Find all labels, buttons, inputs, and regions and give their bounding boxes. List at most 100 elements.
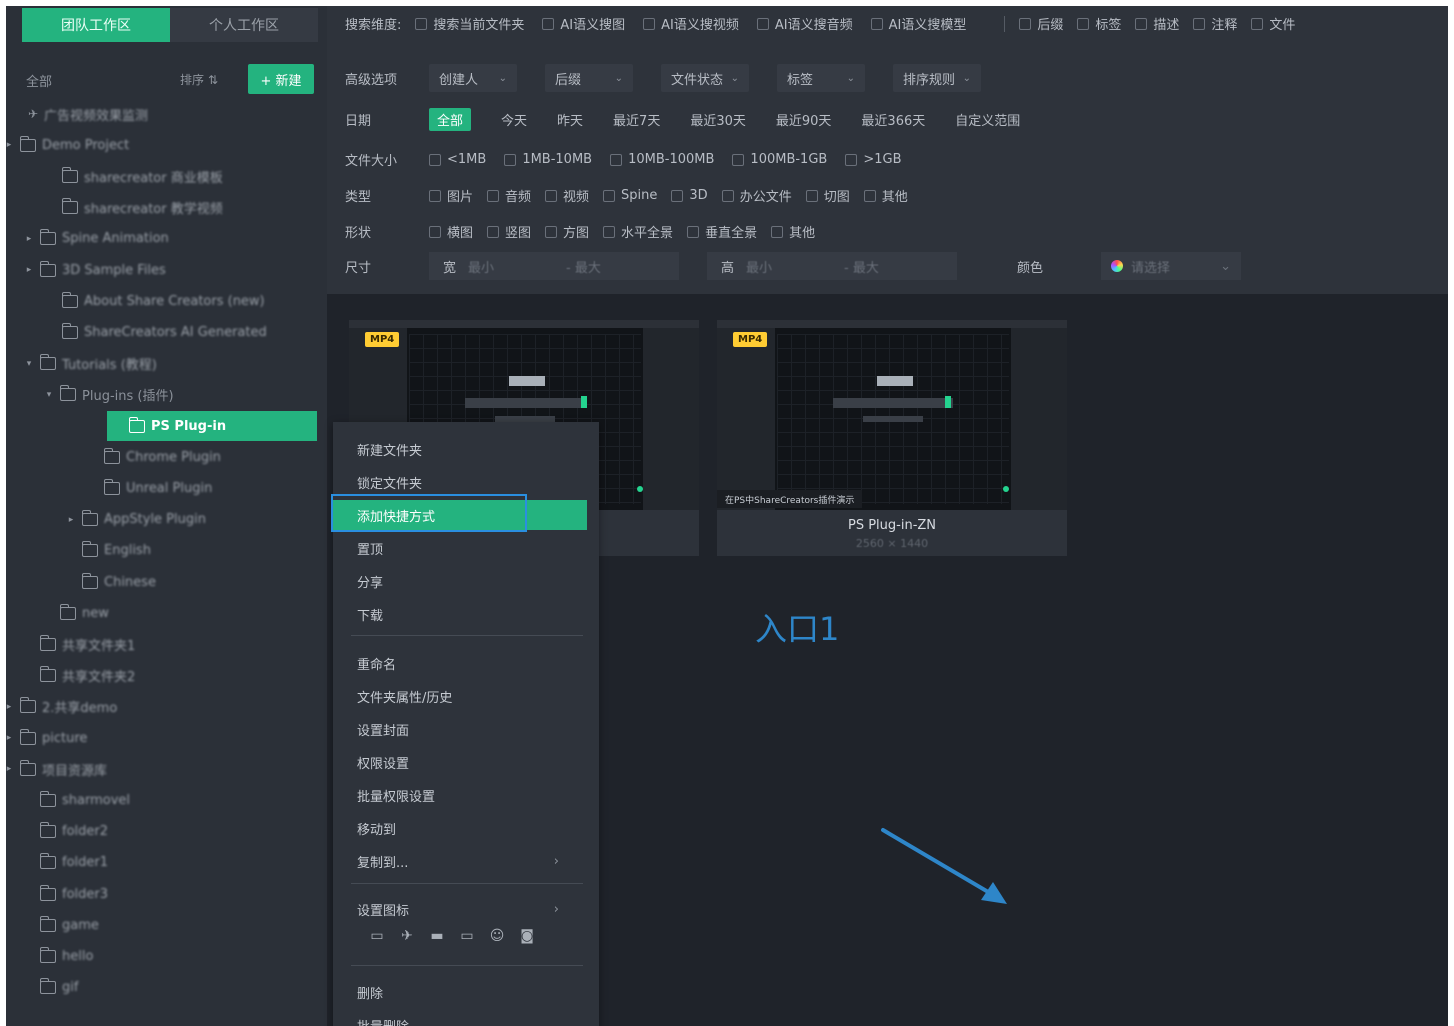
date-option[interactable]: 昨天 <box>557 110 583 129</box>
expand-arrow-icon[interactable]: ▸ <box>6 140 14 150</box>
face-icon[interactable]: ☺ <box>489 928 505 944</box>
sidebar-folder-item[interactable]: Chinese <box>66 570 156 594</box>
sidebar-folder-item[interactable]: ▸ Spine Animation <box>24 227 169 251</box>
search-field-checkbox[interactable]: 文件 <box>1251 14 1295 33</box>
sidebar-folder-item[interactable]: ▸ 项目资源库 <box>6 757 107 781</box>
context-menu-item[interactable]: 设置封面 <box>333 714 599 744</box>
type-checkbox[interactable]: 切图 <box>805 186 850 205</box>
comment-icon[interactable]: ▬ <box>429 928 445 944</box>
width-range-input[interactable]: 宽 最小 - 最大 <box>429 252 679 280</box>
type-checkbox[interactable]: 图片 <box>429 186 473 205</box>
collapse-arrow-icon[interactable]: ▾ <box>44 390 54 400</box>
shape-checkbox[interactable]: 垂直全景 <box>687 222 757 241</box>
context-menu-item[interactable]: 批量权限设置 <box>333 780 599 810</box>
context-menu-item[interactable]: 批量删除 <box>333 1010 599 1026</box>
sidebar-folder-item[interactable]: ▾ Plug-ins (插件) <box>44 383 174 407</box>
date-option[interactable]: 最近90天 <box>776 110 832 129</box>
shape-checkbox[interactable]: 方图 <box>545 222 589 241</box>
date-option[interactable]: 最近7天 <box>613 110 660 129</box>
date-option[interactable]: 最近30天 <box>690 110 746 129</box>
new-button[interactable]: + 新建 <box>248 64 314 94</box>
file-size-checkbox[interactable]: 10MB-100MB <box>610 152 714 167</box>
sidebar-folder-item[interactable]: ✈ 广告视频效果监测 <box>28 102 148 126</box>
advanced-dropdown[interactable]: 标签 ⌄ <box>777 64 865 92</box>
search-field-checkbox[interactable]: 注释 <box>1193 14 1237 33</box>
collapse-arrow-icon[interactable]: ▾ <box>24 359 34 369</box>
height-range-input[interactable]: 高 最小 - 最大 <box>707 252 957 280</box>
tab-personal-workspace[interactable]: 个人工作区 <box>170 8 318 42</box>
context-menu-item[interactable]: 文件夹属性/历史 <box>333 681 599 711</box>
sidebar-folder-item[interactable]: gif <box>24 976 78 1000</box>
search-scope-checkbox[interactable]: 搜索当前文件夹 <box>415 14 524 33</box>
context-menu-item[interactable]: 置顶 <box>333 533 599 563</box>
shape-checkbox[interactable]: 水平全景 <box>603 222 673 241</box>
sidebar-folder-item[interactable]: sharecreator 商业模板 <box>46 164 223 188</box>
sidebar-folder-item[interactable]: ShareCreators AI Generated <box>46 320 267 344</box>
type-checkbox[interactable]: 音频 <box>487 186 531 205</box>
context-menu-item[interactable]: 复制到... › <box>333 846 599 876</box>
context-menu-item[interactable]: 分享 <box>333 566 599 596</box>
shape-checkbox[interactable]: 横图 <box>429 222 473 241</box>
sidebar-folder-item[interactable]: English <box>66 539 151 563</box>
date-option[interactable]: 全部 <box>429 108 472 131</box>
search-field-checkbox[interactable]: 标签 <box>1077 14 1121 33</box>
sidebar-folder-item[interactable]: folder2 <box>24 820 108 844</box>
sidebar-folder-item[interactable]: 共享文件夹1 <box>24 632 135 656</box>
sidebar-folder-item[interactable]: ▾ Tutorials (教程) <box>24 352 157 376</box>
type-checkbox[interactable]: 办公文件 <box>721 186 792 205</box>
pin-icon[interactable]: ✈ <box>399 928 415 944</box>
sidebar-folder-item[interactable]: folder3 <box>24 882 108 906</box>
sidebar-folder-item[interactable]: PS Plug-in <box>107 411 317 441</box>
sidebar-folder-item[interactable]: ▸ picture <box>6 726 87 750</box>
file-size-checkbox[interactable]: >1GB <box>845 152 901 167</box>
expand-arrow-icon[interactable]: ▸ <box>6 764 14 774</box>
sidebar-folder-item[interactable]: hello <box>24 944 93 968</box>
sidebar-folder-item[interactable]: ▸ AppStyle Plugin <box>66 508 206 532</box>
context-menu-item[interactable]: 添加快捷方式 <box>331 494 587 532</box>
sidebar-folder-item[interactable]: ▸ 2.共享demo <box>6 695 117 719</box>
type-checkbox[interactable]: Spine <box>603 188 657 203</box>
type-checkbox[interactable]: 视频 <box>545 186 589 205</box>
advanced-dropdown[interactable]: 文件状态 ⌄ <box>661 64 749 92</box>
advanced-dropdown[interactable]: 排序规则 ⌄ <box>893 64 981 92</box>
file-size-checkbox[interactable]: 1MB-10MB <box>504 152 592 167</box>
context-menu-item[interactable]: 新建文件夹 <box>333 434 599 464</box>
sidebar-folder-item[interactable]: Unreal Plugin <box>88 476 212 500</box>
file-size-checkbox[interactable]: <1MB <box>429 152 486 167</box>
sidebar-folder-item[interactable]: new <box>44 601 109 625</box>
sidebar-folder-item[interactable]: sharecreator 教学视频 <box>46 196 223 220</box>
camera-icon[interactable]: ◙ <box>519 928 535 944</box>
shape-checkbox[interactable]: 竖图 <box>487 222 531 241</box>
sidebar-folder-item[interactable]: Chrome Plugin <box>88 445 221 469</box>
date-option[interactable]: 自定义范围 <box>955 110 1020 129</box>
context-menu-item[interactable]: 下载 <box>333 599 599 629</box>
date-option[interactable]: 最近366天 <box>861 110 925 129</box>
shape-checkbox[interactable]: 其他 <box>771 222 815 241</box>
expand-arrow-icon[interactable]: ▸ <box>6 733 14 743</box>
type-checkbox[interactable]: 3D <box>671 188 708 203</box>
sidebar-folder-item[interactable]: game <box>24 913 99 937</box>
advanced-dropdown[interactable]: 创建人 ⌄ <box>429 64 517 92</box>
sidebar-folder-item[interactable]: sharmovel <box>24 788 130 812</box>
type-checkbox[interactable]: 其他 <box>863 186 908 205</box>
sidebar-folder-item[interactable]: About Share Creators (new) <box>46 289 265 313</box>
context-menu-item[interactable]: 删除 <box>333 977 599 1007</box>
search-field-checkbox[interactable]: 后缀 <box>1019 14 1063 33</box>
folder-icon[interactable]: ▭ <box>369 928 385 944</box>
context-menu-item[interactable]: 设置图标 › <box>333 894 599 924</box>
search-scope-checkbox[interactable]: AI语义搜模型 <box>870 14 966 33</box>
sidebar-folder-item[interactable]: ▸ 3D Sample Files <box>24 258 166 282</box>
context-menu-item[interactable]: 移动到 <box>333 813 599 843</box>
video-icon[interactable]: ▭ <box>459 928 475 944</box>
expand-arrow-icon[interactable]: ▸ <box>6 702 14 712</box>
search-field-checkbox[interactable]: 描述 <box>1135 14 1179 33</box>
advanced-dropdown[interactable]: 后缀 ⌄ <box>545 64 633 92</box>
search-scope-checkbox[interactable]: AI语义搜图 <box>542 14 625 33</box>
context-menu-item[interactable]: 重命名 <box>333 648 599 678</box>
sidebar-folder-item[interactable]: ▸ Demo Project <box>6 133 129 157</box>
search-scope-checkbox[interactable]: AI语义搜视频 <box>643 14 739 33</box>
sidebar-folder-item[interactable]: 共享文件夹2 <box>24 664 135 688</box>
sort-button[interactable]: 排序 ⇅ <box>180 71 218 88</box>
color-dropdown[interactable]: 请选择 ⌄ <box>1101 252 1241 280</box>
context-menu-item[interactable]: 权限设置 <box>333 747 599 777</box>
